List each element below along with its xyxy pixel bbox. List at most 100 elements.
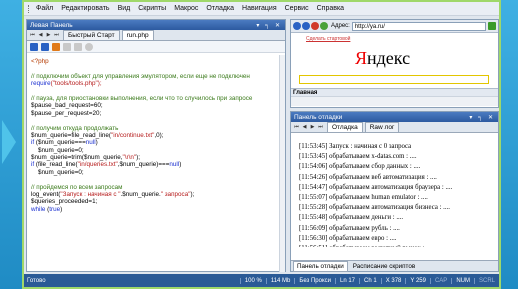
run-icon[interactable] xyxy=(52,42,60,51)
menu-help[interactable]: Справка xyxy=(317,5,344,12)
address-label: Адрес: xyxy=(331,23,350,29)
save-all-icon[interactable] xyxy=(41,42,49,51)
editor-tab-row: ⏮ ◀ ▶ ⏭ Быстрый Старт run.php xyxy=(27,30,285,41)
browser-address-bar: Адрес: http://ya.ru/ xyxy=(291,20,498,33)
arrow-right-icon xyxy=(2,120,16,164)
refresh-icon[interactable] xyxy=(320,22,328,30)
browser-panel: Адрес: http://ya.ru/ Сделать стартовой Я… xyxy=(290,19,499,108)
last-tab-icon[interactable]: ⏭ xyxy=(317,124,324,131)
log-entry: [11:53:45] Запуск : начиная с 0 запроса xyxy=(299,143,412,150)
debug-panel-title-bar: Панель отладки ▾ ╕ ✕ xyxy=(291,112,498,122)
browser-tab-main[interactable]: Главная xyxy=(291,88,498,96)
code-line: $queries_proceeded=1; xyxy=(31,198,98,206)
code-line: <?php xyxy=(31,58,49,65)
code-line: $num_querie=0; xyxy=(31,146,84,154)
stop-icon[interactable] xyxy=(311,22,319,30)
menu-view[interactable]: Вид xyxy=(118,5,131,12)
settings-icon[interactable] xyxy=(85,42,93,51)
menu-navigation[interactable]: Навигация xyxy=(242,5,277,12)
left-panel-title: Левая Панель xyxy=(30,21,73,29)
code-line: $pause_per_request=20; xyxy=(31,109,102,117)
editor-toolbar xyxy=(27,41,285,53)
log-entry: [11:55:48] обрабатываем деньги : .... xyxy=(299,214,404,222)
go-icon[interactable] xyxy=(488,22,496,30)
app-window: Файл Редактировать Вид Скрипты Макрос От… xyxy=(22,0,501,289)
debug-icon[interactable] xyxy=(74,42,82,51)
status-ready: Готово xyxy=(27,277,46,284)
menu-scripts[interactable]: Скрипты xyxy=(138,5,166,12)
back-icon[interactable] xyxy=(293,22,301,30)
panel-controls[interactable]: ▾ ╕ ✕ xyxy=(256,22,282,29)
debug-log: [11:53:45] Запуск : начиная с 0 запроса [… xyxy=(291,138,498,247)
menu-edit[interactable]: Редактировать xyxy=(61,5,109,12)
browser-h-scrollbar[interactable] xyxy=(291,96,498,106)
stop-icon[interactable] xyxy=(63,42,71,51)
log-entry: [11:54:26] обрабатываем веб автоматизаци… xyxy=(299,173,437,181)
tab-raw-log[interactable]: Raw лог xyxy=(364,122,400,132)
status-proxy: Без Прокси xyxy=(294,277,335,284)
menu-service[interactable]: Сервис xyxy=(285,5,309,12)
status-memory: 114 Mb xyxy=(265,277,295,284)
log-entry: [11:53:45] обрабатываем x-datas.com : ..… xyxy=(299,153,417,161)
menu-debug[interactable]: Отладка xyxy=(206,5,234,12)
bottom-tab-row: Панель отладки Расписание скриптов xyxy=(291,260,498,272)
prev-tab-icon[interactable]: ◀ xyxy=(301,124,308,131)
code-line: while (true) xyxy=(31,205,63,213)
left-panel-title-bar: Левая Панель ▾ ╕ ✕ xyxy=(27,20,285,30)
status-num: NUM xyxy=(451,277,474,284)
save-icon[interactable] xyxy=(30,42,38,51)
search-input[interactable] xyxy=(299,75,489,84)
next-tab-icon[interactable]: ▶ xyxy=(309,124,316,131)
code-line: if ($num_querie===null) xyxy=(31,139,98,147)
code-line: require("tools/tools.php"); xyxy=(31,80,102,88)
left-background xyxy=(0,0,22,289)
address-input[interactable]: http://ya.ru/ xyxy=(351,21,486,31)
tab-debug[interactable]: Отладка xyxy=(327,122,363,132)
panel-controls[interactable]: ▾ ╕ ✕ xyxy=(469,114,495,121)
log-entry: [11:54:06] обрабатываем сбор данных : ..… xyxy=(299,163,421,171)
log-entry: [11:55:28] обрабатываем автоматизация би… xyxy=(299,204,450,212)
status-bar: Готово 100 % 114 Mb Без Прокси Ln 17 Ch … xyxy=(24,274,499,287)
menu-bar: Файл Редактировать Вид Скрипты Макрос От… xyxy=(24,2,499,16)
make-home-link[interactable]: Сделать стартовой xyxy=(306,36,350,42)
code-editor[interactable]: <?php // подключим объект для управления … xyxy=(27,55,285,272)
status-x: X 378 xyxy=(380,277,406,284)
code-line: // получим откуда продолжать xyxy=(31,124,119,132)
first-tab-icon[interactable]: ⏮ xyxy=(293,124,300,131)
tab-script-schedule[interactable]: Расписание скриптов xyxy=(350,262,418,271)
status-scrl: SCRL xyxy=(473,277,499,284)
log-entry: [11:56:09] обрабатываем рубль : .... xyxy=(299,224,400,232)
menu-file[interactable]: Файл xyxy=(36,5,53,12)
code-line: // пауза, для приостановки выполнения, е… xyxy=(31,94,253,102)
code-line: $num_querie=file_read_line("in/continue.… xyxy=(31,131,164,139)
status-cap: CAP xyxy=(429,277,451,284)
log-entry: [11:56:51] обрабатываем валютный рынок :… xyxy=(299,244,498,247)
status-zoom: 100 % xyxy=(239,277,266,284)
status-y: Y 259 xyxy=(405,277,430,284)
code-line: // подключим объект для управления эмуля… xyxy=(31,72,250,80)
status-char: Ch 1 xyxy=(359,277,381,284)
forward-icon[interactable] xyxy=(302,22,310,30)
last-tab-icon[interactable]: ⏭ xyxy=(53,32,60,39)
prev-tab-icon[interactable]: ◀ xyxy=(37,32,44,39)
code-line: $num_querie=0; xyxy=(31,168,84,176)
yandex-logo: Яндекс xyxy=(355,48,411,68)
code-line: $pause_bad_request=60; xyxy=(31,102,103,110)
tab-debug-panel[interactable]: Панель отладки xyxy=(293,260,348,272)
grip-icon xyxy=(28,4,32,13)
left-panel: Левая Панель ▾ ╕ ✕ ⏮ ◀ ▶ ⏭ Быстрый Старт… xyxy=(26,19,286,272)
debug-panel-title: Панель отладки xyxy=(294,113,343,121)
browser-content: Сделать стартовой Яндекс xyxy=(291,33,498,88)
code-line: // пройдемся по всем запросам xyxy=(31,183,123,191)
menu-macro[interactable]: Макрос xyxy=(174,5,198,12)
code-line: $num_querie=trim($num_querie,"\r\n"); xyxy=(31,154,140,162)
next-tab-icon[interactable]: ▶ xyxy=(45,32,52,39)
tab-quick-start[interactable]: Быстрый Старт xyxy=(63,30,120,40)
first-tab-icon[interactable]: ⏮ xyxy=(29,32,36,39)
editor-scrollbar[interactable] xyxy=(279,55,285,272)
tab-run-php[interactable]: run.php xyxy=(121,30,154,40)
